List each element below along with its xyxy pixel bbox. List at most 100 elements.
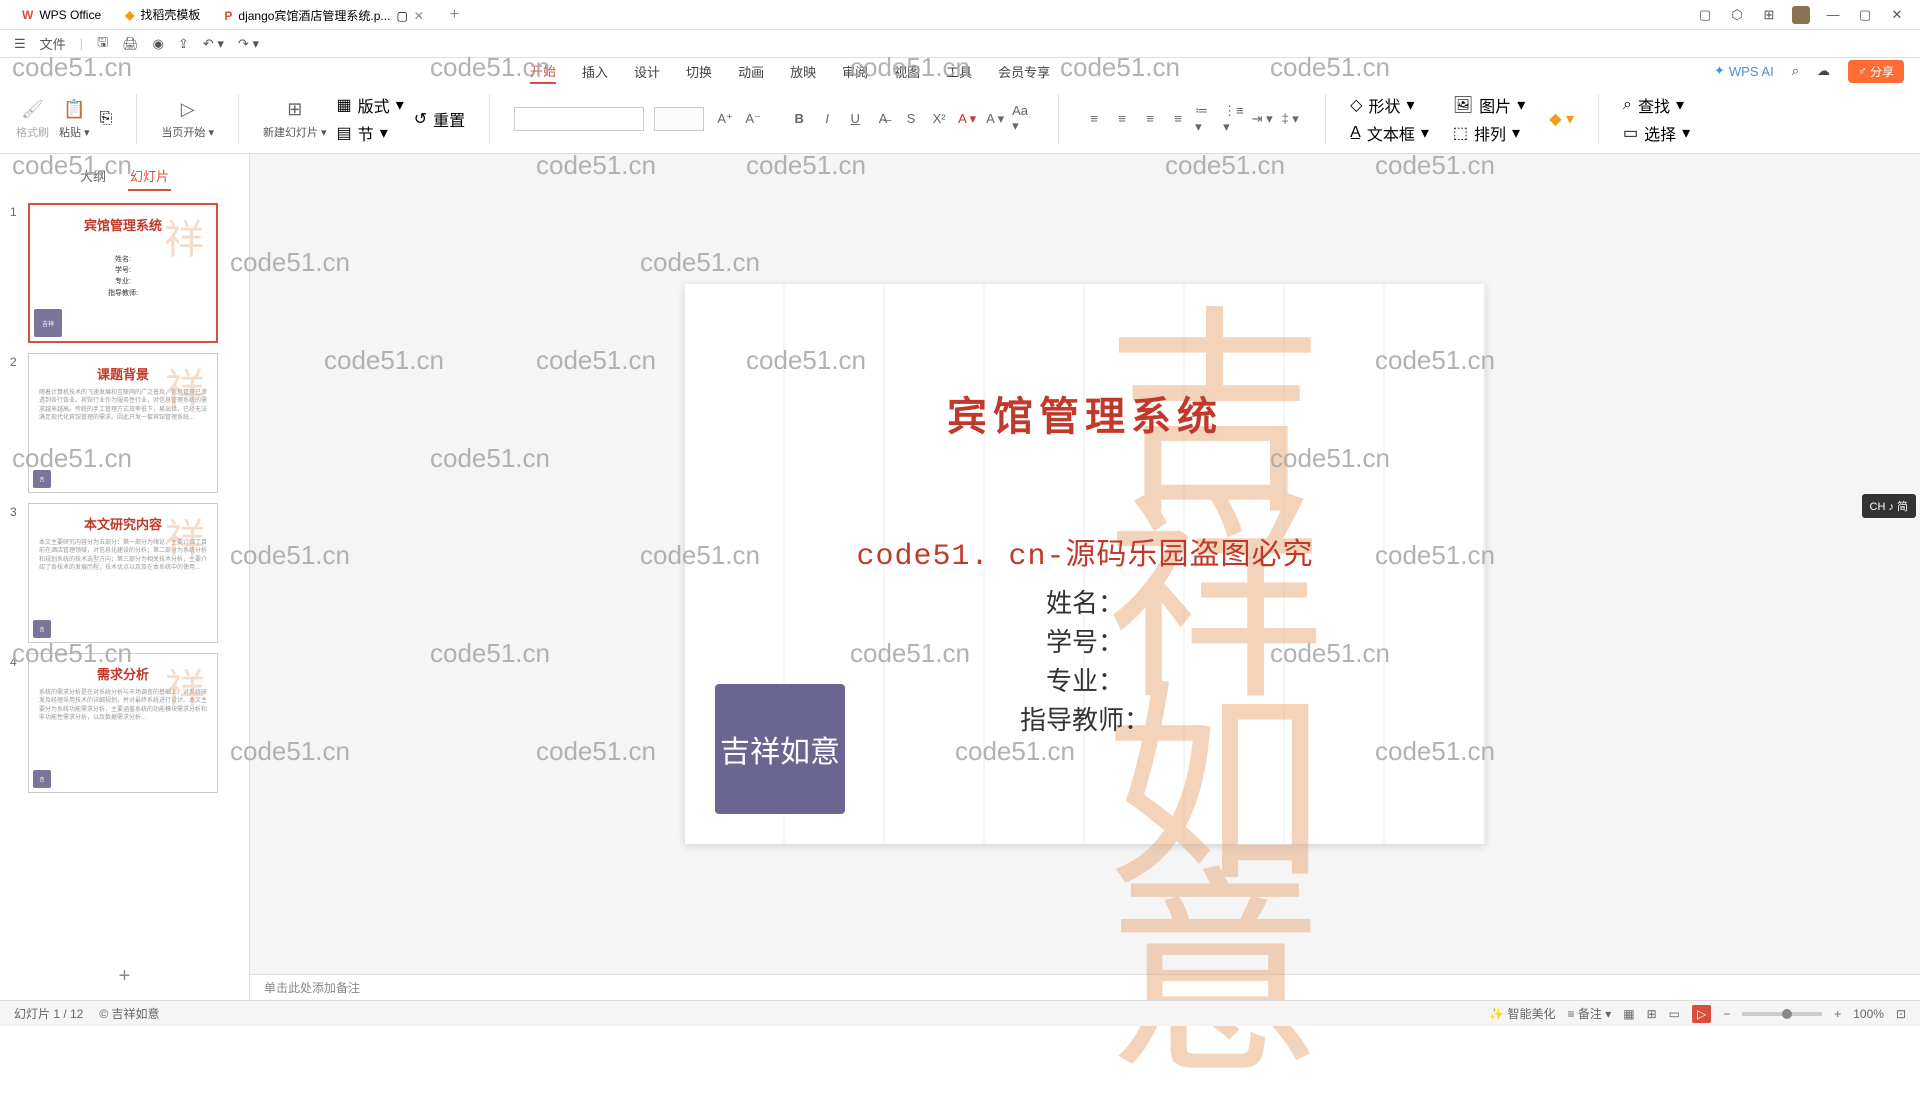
menu-review[interactable]: 审阅 (842, 58, 868, 84)
file-menu[interactable]: 文件 (40, 34, 66, 53)
numbering-icon[interactable]: ⋮≡ ▾ (1223, 108, 1245, 130)
copy-icon[interactable]: ⎘ (100, 110, 113, 128)
strike-icon[interactable]: A̶ (872, 108, 894, 130)
italic-icon[interactable]: I (816, 108, 838, 130)
tab-slides[interactable]: 幻灯片 (128, 162, 171, 191)
play-icon: ▷ (176, 98, 200, 122)
minimize-button[interactable]: — (1824, 6, 1842, 24)
close-button[interactable]: ✕ (1888, 6, 1906, 24)
thumbnail-4[interactable]: 祥 需求分析 系统的需求分析是在对系统分析与市场调查的基础上，对系统研发及经理采… (28, 653, 218, 793)
align-center-icon[interactable]: ≡ (1111, 108, 1133, 130)
add-tab-button[interactable]: + (440, 6, 469, 24)
menu-member[interactable]: 会员专享 (998, 58, 1050, 84)
align-right-icon[interactable]: ≡ (1139, 108, 1161, 130)
clipboard-icon: 📋 (62, 98, 86, 122)
view-normal-icon[interactable]: ▦ (1623, 1007, 1634, 1021)
maximize-button[interactable]: ▢ (1856, 6, 1874, 24)
thumbnail-1[interactable]: 祥 宾馆管理系统 姓名: 学号: 专业: 指导教师: 吉祥 (28, 203, 218, 343)
shadow-icon[interactable]: S (900, 108, 922, 130)
menu-tools[interactable]: 工具 (946, 58, 972, 84)
highlight-icon[interactable]: A ▾ (984, 108, 1006, 130)
avatar-icon[interactable] (1792, 6, 1810, 24)
font-size-select[interactable] (654, 107, 704, 131)
section-button[interactable]: ▤节 ▾ (337, 121, 404, 145)
reset-button[interactable]: ↺重置 (414, 107, 465, 131)
menu-view[interactable]: 视图 (894, 58, 920, 84)
bold-icon[interactable]: B (788, 108, 810, 130)
justify-icon[interactable]: ≡ (1167, 108, 1189, 130)
arrange-button[interactable]: ⬚排列 ▾ (1453, 121, 1525, 145)
slide-main[interactable]: 吉祥如意 宾馆管理系统 code51. cn-源码乐园盗图必究 姓名： 学号： … (685, 284, 1485, 844)
shape-button[interactable]: ◇形状 ▾ (1350, 93, 1429, 117)
change-case-icon[interactable]: Aa ▾ (1012, 108, 1034, 130)
close-icon[interactable]: ✕ (414, 9, 428, 23)
zoom-in-icon[interactable]: + (1834, 1007, 1841, 1021)
new-slide-button[interactable]: ⊞新建幻灯片 ▾ (263, 98, 327, 140)
find-button[interactable]: ⌕查找 ▾ (1623, 93, 1690, 117)
redo-icon[interactable]: ↷ ▾ (238, 36, 259, 52)
notes-toggle[interactable]: ≡ 备注 ▾ (1568, 1005, 1612, 1022)
tab-document[interactable]: Pdjango宾馆酒店管理系统.p...▢✕ (212, 1, 439, 29)
fit-icon[interactable]: ⊡ (1896, 1007, 1906, 1021)
line-spacing-icon[interactable]: ‡ ▾ (1279, 108, 1301, 130)
add-slide-button[interactable]: + (0, 953, 249, 1000)
thumb-number: 3 (10, 503, 22, 643)
zoom-out-icon[interactable]: − (1723, 1007, 1730, 1021)
shape-icon: ◇ (1350, 95, 1362, 115)
menu-design[interactable]: 设计 (634, 58, 660, 84)
underline-icon[interactable]: U (844, 108, 866, 130)
fill-icon[interactable]: ◆ ▾ (1549, 109, 1574, 129)
font-select[interactable] (514, 107, 644, 131)
window-icon[interactable]: ▢ (1696, 6, 1714, 24)
menu-insert[interactable]: 插入 (582, 58, 608, 84)
tab-template[interactable]: ◆找稻壳模板 (113, 1, 212, 29)
presentation-icon: ▢ (396, 9, 407, 23)
menu-animation[interactable]: 动画 (738, 58, 764, 84)
preview-icon[interactable]: ◉ (153, 36, 164, 52)
export-icon[interactable]: ⇪ (178, 36, 189, 52)
from-beginning-button[interactable]: ▷当页开始 ▾ (161, 98, 214, 140)
brush-icon: 🖌 (21, 98, 45, 122)
menu-transition[interactable]: 切换 (686, 58, 712, 84)
menu-start[interactable]: 开始 (530, 58, 556, 84)
search-icon: ⌕ (1623, 96, 1632, 114)
view-sorter-icon[interactable]: ⊞ (1647, 1007, 1657, 1021)
superscript-icon[interactable]: X² (928, 108, 950, 130)
thumbnail-3[interactable]: 祥 本文研究内容 本文主要研究内容分为五部分：第一部分为绪论，主要介绍了目前在酒… (28, 503, 218, 643)
cube-icon[interactable]: ⬡ (1728, 6, 1746, 24)
increase-font-icon[interactable]: A⁺ (714, 108, 736, 130)
select-button[interactable]: ▭选择 ▾ (1623, 121, 1690, 145)
font-color-icon[interactable]: A ▾ (956, 108, 978, 130)
align-left-icon[interactable]: ≡ (1083, 108, 1105, 130)
zoom-level[interactable]: 100% (1853, 1007, 1884, 1021)
picture-button[interactable]: 🖼图片 ▾ (1453, 93, 1525, 117)
layout-icon: ▦ (337, 95, 352, 115)
wps-ai-button[interactable]: ✦ WPS AI (1714, 63, 1774, 79)
slide-title[interactable]: 宾馆管理系统 (685, 384, 1485, 442)
thumbnail-2[interactable]: 祥 课题背景 随着计算机技术的飞速发展和互联网的广泛普及，信息管理已渗透到各行各… (28, 353, 218, 493)
print-icon[interactable]: 🖨 (122, 36, 139, 52)
apps-icon[interactable]: ⊞ (1760, 6, 1778, 24)
indent-icon[interactable]: ⇥ ▾ (1251, 108, 1273, 130)
slide-canvas[interactable]: 吉祥如意 宾馆管理系统 code51. cn-源码乐园盗图必究 姓名： 学号： … (250, 154, 1920, 974)
undo-icon[interactable]: ↶ ▾ (203, 36, 224, 52)
view-slideshow-icon[interactable]: ▷ (1692, 1005, 1711, 1023)
smart-beautify-button[interactable]: ✨ 智能美化 (1489, 1005, 1555, 1022)
share-button[interactable]: ♂ 分享 (1848, 60, 1904, 83)
paste-button[interactable]: 📋粘贴 ▾ (59, 98, 90, 140)
menu-slideshow[interactable]: 放映 (790, 58, 816, 84)
save-icon[interactable]: 🖫 (97, 33, 108, 55)
ime-indicator[interactable]: CH ♪ 简 (1862, 494, 1917, 518)
tab-wps-office[interactable]: WWPS Office (10, 1, 113, 29)
notes-input[interactable]: 单击此处添加备注 (250, 974, 1920, 1000)
layout-button[interactable]: ▦版式 ▾ (337, 93, 404, 117)
cloud-icon[interactable]: ☁ (1817, 63, 1830, 79)
bullets-icon[interactable]: ≔ ▾ (1195, 108, 1217, 130)
format-painter-button[interactable]: 🖌格式刷 (16, 98, 49, 140)
decrease-font-icon[interactable]: A⁻ (742, 108, 764, 130)
search-icon[interactable]: ⌕ (1792, 63, 1799, 79)
menu-icon[interactable]: ☰ (14, 36, 26, 52)
tab-outline[interactable]: 大纲 (78, 162, 108, 191)
textbox-button[interactable]: A̲文本框 ▾ (1350, 121, 1429, 145)
view-reading-icon[interactable]: ▭ (1669, 1007, 1680, 1021)
